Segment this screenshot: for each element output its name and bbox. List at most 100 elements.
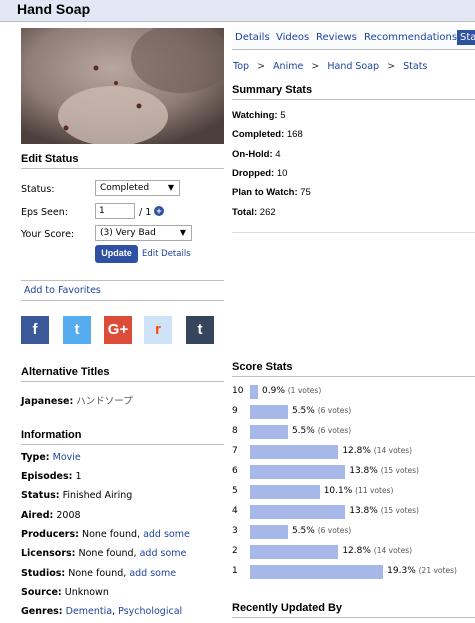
airing-status-label: Status: (21, 490, 60, 501)
source-value: Unknown (64, 587, 109, 598)
on-hold-value: 4 (275, 149, 281, 160)
score-percentage: 10.1% (11 votes) (324, 486, 394, 496)
score-label: 6 (232, 466, 238, 476)
score-percentage: 12.8% (14 votes) (342, 446, 412, 456)
anime-cover-image[interactable] (21, 28, 224, 144)
aired-value: 2008 (56, 510, 81, 521)
score-vote-count: (1 votes) (287, 386, 322, 395)
aired-row: Aired: 2008 (21, 510, 81, 521)
score-bar (250, 445, 339, 459)
score-percentage: 0.9% (1 votes) (262, 386, 321, 396)
status-row: Status: Finished Airing (21, 490, 132, 501)
score-percentage: 5.5% (6 votes) (292, 406, 351, 416)
score-row: 7 12.8% (14 votes) (232, 444, 475, 460)
breadcrumb-anime[interactable]: Anime (273, 61, 303, 72)
add-studios-link[interactable]: add some (129, 568, 176, 579)
twitter-share-icon[interactable]: t (63, 316, 91, 344)
aired-label: Aired: (21, 510, 54, 521)
score-percentage: 13.8% (15 votes) (349, 466, 419, 476)
genre-link[interactable]: Dementia (66, 606, 112, 617)
edit-status-heading: Edit Status (21, 153, 224, 169)
source-row: Source: Unknown (21, 587, 109, 598)
producers-label: Producers: (21, 529, 79, 540)
type-row: Type: Movie (21, 452, 81, 463)
score-percent-value: 13.8% (349, 506, 378, 516)
plan-to-watch-value: 75 (300, 187, 311, 198)
tab-recommendations[interactable]: Recommendations (364, 32, 457, 43)
reddit-share-icon[interactable]: r (144, 316, 172, 344)
score-row: 3 5.5% (6 votes) (232, 524, 475, 540)
episodes-row: Episodes: 1 (21, 471, 82, 482)
genre-separator: , (112, 606, 116, 617)
score-percentage: 19.3% (21 votes) (387, 566, 457, 576)
score-vote-count: (6 votes) (317, 526, 352, 535)
score-row: 4 13.8% (15 votes) (232, 504, 475, 520)
tumblr-share-icon[interactable]: t (186, 316, 214, 344)
score-bar (250, 385, 258, 399)
your-score-label: Your Score: (21, 229, 75, 240)
breadcrumb-top[interactable]: Top (233, 61, 249, 72)
divider (21, 280, 224, 281)
score-row: 8 5.5% (6 votes) (232, 424, 475, 440)
tab-videos[interactable]: Videos (276, 32, 309, 43)
add-to-favorites-link[interactable]: Add to Favorites (24, 285, 101, 296)
edit-details-link[interactable]: Edit Details (142, 249, 191, 259)
score-row: 5 10.1% (11 votes) (232, 484, 475, 500)
status-label: Status: (21, 184, 55, 195)
add-licensors-link[interactable]: add some (140, 548, 187, 559)
title-bar: Hand Soap (0, 0, 475, 22)
score-vote-count: (14 votes) (373, 546, 413, 555)
source-label: Source: (21, 587, 62, 598)
eps-seen-input[interactable]: 1 (95, 203, 135, 219)
tab-bar: Details Videos Reviews Recommendations S… (232, 28, 475, 50)
score-row: 2 12.8% (14 votes) (232, 544, 475, 560)
breadcrumb-hand-soap[interactable]: Hand Soap (327, 61, 379, 72)
score-label: 2 (232, 546, 238, 556)
studios-row: Studios: None found, add some (21, 568, 176, 579)
increment-eps-icon[interactable]: + (154, 206, 164, 216)
google-plus-share-icon[interactable]: G+ (104, 316, 132, 344)
score-select-value: (3) Very Bad (100, 228, 156, 238)
score-percentage: 5.5% (6 votes) (292, 526, 351, 536)
plan-to-watch-label: Plan to Watch: (232, 187, 298, 198)
licensors-label: Licensors: (21, 548, 76, 559)
producers-value: None found, (81, 529, 141, 540)
score-bar (250, 545, 339, 559)
score-bar (250, 405, 288, 419)
breadcrumb: Top > Anime > Hand Soap > Stats (233, 61, 427, 72)
divider (232, 232, 475, 233)
breadcrumb-stats[interactable]: Stats (403, 61, 427, 72)
tab-reviews[interactable]: Reviews (316, 32, 357, 43)
score-vote-count: (15 votes) (380, 506, 419, 515)
recently-updated-heading: Recently Updated By (232, 602, 475, 618)
dropped-stat: Dropped: 10 (232, 168, 287, 179)
score-percent-value: 12.8% (342, 446, 371, 456)
score-bar (250, 505, 346, 519)
summary-stats-heading: Summary Stats (232, 84, 475, 100)
score-select[interactable]: (3) Very Bad ▼ (95, 225, 192, 241)
score-percent-value: 10.1% (323, 486, 353, 496)
episodes-label: Episodes: (21, 471, 73, 482)
score-label: 10 (232, 386, 244, 396)
completed-stat: Completed: 168 (232, 129, 303, 140)
tab-details[interactable]: Details (235, 32, 270, 43)
breadcrumb-separator: > (387, 61, 396, 72)
score-percentage: 5.5% (6 votes) (292, 426, 351, 436)
breadcrumb-separator: > (311, 61, 320, 72)
type-link[interactable]: Movie (53, 452, 81, 463)
update-button[interactable]: Update (95, 245, 138, 263)
tab-stats[interactable]: Stats (457, 30, 475, 45)
genre-link[interactable]: Psychological (118, 606, 182, 617)
score-bar (250, 565, 384, 579)
score-label: 5 (232, 486, 238, 496)
score-label: 9 (232, 406, 238, 416)
left-column: Edit Status Status: Completed ▼ Eps Seen:… (21, 28, 224, 617)
watching-label: Watching: (232, 110, 278, 121)
facebook-share-icon[interactable]: f (21, 316, 49, 344)
score-row: 1 19.3% (21 votes) (232, 564, 475, 580)
type-label: Type: (21, 452, 50, 463)
add-producers-link[interactable]: add some (143, 529, 190, 540)
status-select[interactable]: Completed ▼ (95, 180, 180, 196)
producers-row: Producers: None found, add some (21, 529, 190, 540)
score-vote-count: (6 votes) (317, 426, 352, 435)
